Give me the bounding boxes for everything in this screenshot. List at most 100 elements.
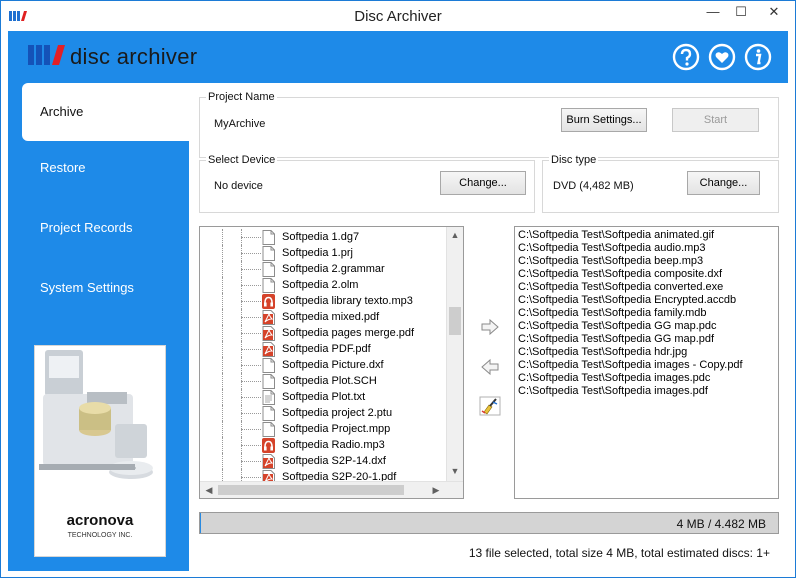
promo-logo-text: acronova xyxy=(66,512,134,529)
tree-connector xyxy=(222,389,262,405)
minimize-button[interactable]: — xyxy=(699,1,727,23)
tree-file-name: Softpedia 1.prj xyxy=(282,247,353,259)
capacity-progress-bar: 4 MB / 4.482 MB xyxy=(199,512,779,534)
remove-from-list-arrow-icon[interactable] xyxy=(479,357,501,377)
selected-file-row[interactable]: C:\Softpedia Test\Softpedia images.pdc xyxy=(518,372,710,385)
scroll-right-arrow-icon[interactable]: ▶ xyxy=(428,482,444,498)
archive-panel: Project Name MyArchive Burn Settings... … xyxy=(189,83,788,571)
info-icon[interactable] xyxy=(744,43,772,71)
selected-file-row[interactable]: C:\Softpedia Test\Softpedia images - Cop… xyxy=(518,359,743,372)
selected-file-row[interactable]: C:\Softpedia Test\Softpedia beep.mp3 xyxy=(518,255,703,268)
project-name-value[interactable]: MyArchive xyxy=(214,118,265,130)
close-button[interactable]: ✕ xyxy=(753,1,795,23)
tree-file-name: Softpedia Radio.mp3 xyxy=(282,439,385,451)
file-icon xyxy=(262,246,275,261)
selected-file-row[interactable]: C:\Softpedia Test\Softpedia GG map.pdc xyxy=(518,320,717,333)
promo-banner: acronova TECHNOLOGY INC. xyxy=(34,345,166,557)
tree-file-name: Softpedia project 2.ptu xyxy=(282,407,393,419)
scroll-up-arrow-icon[interactable]: ▲ xyxy=(447,227,463,243)
nav-system-settings[interactable]: System Settings xyxy=(22,259,189,317)
pdf-file-icon xyxy=(262,326,275,341)
project-name-label: Project Name xyxy=(206,91,277,103)
clear-list-broom-icon[interactable] xyxy=(479,396,501,416)
disc-type-label: Disc type xyxy=(549,154,599,166)
selected-file-row[interactable]: C:\Softpedia Test\Softpedia animated.gif xyxy=(518,229,714,242)
selected-file-row[interactable]: C:\Softpedia Test\Softpedia hdr.jpg xyxy=(518,346,687,359)
tree-file-row[interactable]: Softpedia Plot.txt xyxy=(200,389,446,405)
title-bar: Disc Archiver — ☐ ✕ xyxy=(1,1,795,31)
tree-file-row[interactable]: Softpedia PDF.pdf xyxy=(200,341,446,357)
tree-file-row[interactable]: Softpedia 2.olm xyxy=(200,277,446,293)
disc-publisher-image xyxy=(35,346,165,496)
scroll-left-arrow-icon[interactable]: ◀ xyxy=(201,482,217,498)
tree-connector xyxy=(222,309,262,325)
heart-icon[interactable] xyxy=(708,43,736,71)
scroll-down-arrow-icon[interactable]: ▼ xyxy=(447,463,463,479)
selected-files-list[interactable]: C:\Softpedia Test\Softpedia animated.gif… xyxy=(514,226,779,499)
audio-file-icon xyxy=(262,438,275,453)
select-device-group: Select Device No device Change... xyxy=(199,154,535,213)
file-icon xyxy=(262,358,275,373)
file-icon xyxy=(262,422,275,437)
tree-file-name: Softpedia 2.olm xyxy=(282,279,359,291)
selected-file-row[interactable]: C:\Softpedia Test\Softpedia GG map.pdf xyxy=(518,333,714,346)
selected-file-row[interactable]: C:\Softpedia Test\Softpedia images.pdf xyxy=(518,385,708,398)
tree-connector xyxy=(222,245,262,261)
selected-file-row[interactable]: C:\Softpedia Test\Softpedia converted.ex… xyxy=(518,281,723,294)
tree-file-row[interactable]: Softpedia mixed.pdf xyxy=(200,309,446,325)
selected-file-row[interactable]: C:\Softpedia Test\Softpedia family.mdb xyxy=(518,307,707,320)
nav-archive[interactable]: Archive xyxy=(22,83,189,141)
brand-bar: disc archiver xyxy=(8,31,788,83)
tree-file-row[interactable]: Softpedia library texto.mp3 xyxy=(200,293,446,309)
maximize-button[interactable]: ☐ xyxy=(727,1,755,23)
file-tree[interactable]: Softpedia 1.dg7 Softpedia 1.prj Softpedia … xyxy=(199,226,464,499)
app-window: Disc Archiver — ☐ ✕ disc archiver Archiv… xyxy=(0,0,796,578)
tree-file-row[interactable]: Softpedia 1.dg7 xyxy=(200,229,446,245)
tree-horizontal-thumb[interactable] xyxy=(218,485,404,495)
tree-file-name: Softpedia Plot.txt xyxy=(282,391,366,403)
nav-project-records[interactable]: Project Records xyxy=(22,199,189,257)
tree-connector xyxy=(222,453,262,469)
disc-change-button[interactable]: Change... xyxy=(687,171,760,195)
tree-file-row[interactable]: Softpedia pages merge.pdf xyxy=(200,325,446,341)
disc-type-value: DVD (4,482 MB) xyxy=(553,180,634,192)
tree-file-name: Softpedia S2P-14.dxf xyxy=(282,455,386,467)
brand-logo-icon xyxy=(28,45,65,65)
file-icon xyxy=(262,278,275,293)
burn-settings-button[interactable]: Burn Settings... xyxy=(561,108,647,132)
audio-file-icon xyxy=(262,294,275,309)
tree-file-row[interactable]: Softpedia Plot.SCH xyxy=(200,373,446,389)
tree-file-row[interactable]: Softpedia Radio.mp3 xyxy=(200,437,446,453)
tree-file-name: Softpedia Plot.SCH xyxy=(282,375,377,387)
tree-file-row[interactable]: Softpedia Picture.dxf xyxy=(200,357,446,373)
tree-file-row[interactable]: Softpedia 1.prj xyxy=(200,245,446,261)
help-icon[interactable] xyxy=(672,43,700,71)
tree-file-name: Softpedia library texto.mp3 xyxy=(282,295,413,307)
tree-file-name: Softpedia PDF.pdf xyxy=(282,343,371,355)
selected-file-row[interactable]: C:\Softpedia Test\Softpedia audio.mp3 xyxy=(518,242,706,255)
device-change-button[interactable]: Change... xyxy=(440,171,526,195)
tree-connector xyxy=(222,357,262,373)
pdf-file-icon xyxy=(262,310,275,325)
tree-file-name: Softpedia mixed.pdf xyxy=(282,311,380,323)
tree-connector xyxy=(222,229,262,245)
tree-horizontal-scrollbar[interactable]: ◀ ▶ xyxy=(200,481,463,498)
start-button[interactable]: Start xyxy=(672,108,759,132)
project-name-group: Project Name MyArchive Burn Settings... … xyxy=(199,91,779,158)
add-to-list-arrow-icon[interactable] xyxy=(479,317,501,337)
tree-file-name: Softpedia pages merge.pdf xyxy=(282,327,415,339)
tree-file-name: Softpedia 1.dg7 xyxy=(282,231,360,243)
sidebar: Archive Restore Project Records System S… xyxy=(8,83,189,571)
status-text: 13 file selected, total size 4 MB, total… xyxy=(468,546,770,560)
tree-vertical-thumb[interactable] xyxy=(449,307,461,335)
selected-file-row[interactable]: C:\Softpedia Test\Softpedia Encrypted.ac… xyxy=(518,294,736,307)
tree-file-row[interactable]: Softpedia S2P-14.dxf xyxy=(200,453,446,469)
tree-file-row[interactable]: Softpedia project 2.ptu xyxy=(200,405,446,421)
file-icon xyxy=(262,406,275,421)
tree-file-row[interactable]: Softpedia 2.grammar xyxy=(200,261,446,277)
nav-restore[interactable]: Restore xyxy=(22,139,189,197)
selected-file-row[interactable]: C:\Softpedia Test\Softpedia composite.dx… xyxy=(518,268,722,281)
capacity-progress-text: 4 MB / 4.482 MB xyxy=(676,517,766,531)
tree-file-row[interactable]: Softpedia Project.mpp xyxy=(200,421,446,437)
tree-vertical-scrollbar[interactable]: ▲ ▼ xyxy=(446,227,463,481)
